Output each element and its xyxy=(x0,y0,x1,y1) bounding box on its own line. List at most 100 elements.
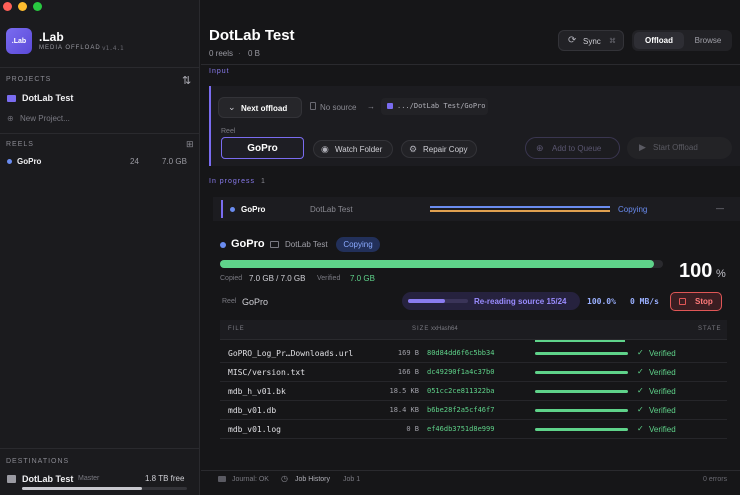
divider xyxy=(0,67,200,68)
stop-button[interactable]: Stop xyxy=(670,292,722,311)
check-circle-icon: ✓ xyxy=(637,367,644,376)
drive-icon xyxy=(270,241,279,248)
collapse-button[interactable]: — xyxy=(716,204,724,213)
reels-count: 0 reels xyxy=(209,49,234,58)
job-row-accent xyxy=(221,200,223,218)
file-hash: dc49290f1a4c37b0 xyxy=(427,368,495,376)
zoom-window-button[interactable] xyxy=(33,2,42,11)
file-hash: ef46db3751d8e999 xyxy=(427,425,495,433)
add-reel-icon[interactable]: ⊞ xyxy=(186,139,194,150)
destination-usage-fill xyxy=(22,487,143,490)
tab-offload[interactable]: Offload xyxy=(634,32,684,49)
minimize-window-button[interactable] xyxy=(18,2,27,11)
add-to-queue-button[interactable]: ⊕ Add to Queue xyxy=(525,137,620,159)
table-row[interactable]: MISC/version.txt 166 B dc49290f1a4c37b0 ✓ Ve… xyxy=(220,363,727,382)
reread-progress-fill xyxy=(408,299,446,303)
sync-button[interactable]: ⟳ Sync ⌘ xyxy=(558,30,624,51)
job-name: GoPro xyxy=(231,238,265,250)
file-name: GoPRO_Log_Pr…Downloads.url xyxy=(228,349,354,358)
reel-field-label: Reel xyxy=(221,128,236,135)
source-label[interactable]: No source xyxy=(320,103,356,112)
status-badge: Copying xyxy=(336,237,380,252)
in-progress-count: 1 xyxy=(261,178,265,185)
sidebar: .Lab .Lab MEDIA OFFLOAD v1.4.1 PROJECTS … xyxy=(0,0,200,495)
job-history-button[interactable]: Job History xyxy=(295,476,330,483)
tab-browse[interactable]: Browse xyxy=(686,32,730,49)
verified-value: 7.0 GB xyxy=(350,274,375,283)
file-hash: 051cc2ce811322ba xyxy=(427,387,495,395)
view-tabs: Offload Browse xyxy=(632,30,732,51)
job-status-dot xyxy=(220,242,226,248)
file-icon xyxy=(310,102,316,110)
destination-usage-bar xyxy=(22,487,187,490)
progress-percent: 100 xyxy=(679,260,713,282)
file-size: 0 B xyxy=(406,425,419,433)
app-version: v1.4.1 xyxy=(102,45,124,52)
reel-item-gopro[interactable]: GoPro xyxy=(17,157,41,166)
percent-sign: % xyxy=(716,268,726,280)
eye-icon: ◉ xyxy=(321,144,329,154)
reel-name-input[interactable]: GoPro xyxy=(221,137,304,159)
check-circle-icon: ✓ xyxy=(637,348,644,357)
table-row[interactable]: mdb_h_v01.bk 18.5 KB 051cc2ce811322ba ✓ Veri… xyxy=(220,382,727,401)
shortcut-icon: ⌘ xyxy=(609,38,616,45)
error-count: 0 errors xyxy=(703,476,728,483)
table-row[interactable]: mdb_v01.db 18.4 KB b6be28f2a5cf46f7 ✓ Verifi… xyxy=(220,401,727,420)
reread-status-chip: Re-reading source 15/24 xyxy=(402,292,580,310)
divider xyxy=(0,448,200,449)
file-size: 18.4 KB xyxy=(389,406,419,414)
repair-copy-label: Repair Copy xyxy=(423,145,468,154)
file-state: Verified xyxy=(649,368,676,377)
column-size: SIZE xyxy=(412,326,430,332)
repair-copy-button[interactable]: ⚙ Repair Copy xyxy=(401,140,477,158)
job-row-project: DotLab Test xyxy=(310,205,353,214)
job-row-status: Copying xyxy=(618,205,648,214)
destination-path-chip[interactable]: .../DotLab Test/GoPro xyxy=(381,98,488,115)
drive-icon xyxy=(7,475,16,483)
overall-progress-bar xyxy=(220,260,663,268)
new-project-button[interactable]: New Project... xyxy=(20,114,70,123)
watch-folder-button[interactable]: ◉ Watch Folder xyxy=(313,140,393,158)
next-offload-dropdown[interactable]: ⌄ Next offload xyxy=(218,97,302,118)
destination-path: .../DotLab Test/GoPro xyxy=(397,102,486,110)
job-status-dot xyxy=(230,207,235,212)
job-row[interactable] xyxy=(213,197,740,221)
column-hash: xxHash64 xyxy=(431,326,458,332)
page-title: DotLab Test xyxy=(209,27,295,44)
app-subtitle: MEDIA OFFLOAD xyxy=(39,45,101,51)
file-state: Verified xyxy=(649,406,676,415)
sort-icon[interactable]: ⇅ xyxy=(182,74,191,87)
row-progress-fill xyxy=(535,340,625,342)
play-icon: ▶ xyxy=(639,142,646,152)
folder-icon xyxy=(7,95,16,102)
verified-label: Verified xyxy=(317,275,341,282)
file-progress-bar xyxy=(535,428,628,431)
copied-label: Copied xyxy=(220,275,243,282)
reel-clip-count: 24 xyxy=(130,157,139,166)
file-size: 18.5 KB xyxy=(389,387,419,395)
in-progress-section-label: In progress xyxy=(209,178,256,185)
destination-name[interactable]: DotLab Test xyxy=(22,474,73,484)
plus-circle-icon: ⊕ xyxy=(536,143,544,153)
check-circle-icon: ✓ xyxy=(637,405,644,414)
table-row[interactable]: GoPRO_Log_Pr…Downloads.url 169 B 80d84dd6f… xyxy=(220,344,727,363)
divider xyxy=(0,133,200,134)
project-item[interactable]: DotLab Test xyxy=(22,93,73,103)
app-name: .Lab xyxy=(39,30,64,44)
divider xyxy=(201,470,740,471)
file-progress-bar xyxy=(535,352,628,355)
separator-dot: · xyxy=(238,49,241,58)
file-hash: b6be28f2a5cf46f7 xyxy=(427,406,495,414)
start-offload-button[interactable]: ▶ Start Offload xyxy=(627,137,732,159)
copied-value: 7.0 GB / 7.0 GB xyxy=(249,274,306,283)
stop-label: Stop xyxy=(695,297,713,306)
reels-section-label: REELS xyxy=(6,141,34,148)
table-row[interactable]: mdb_v01.log 0 B ef46db3751d8e999 ✓ Verified xyxy=(220,420,727,439)
job-count: Job 1 xyxy=(343,476,361,483)
overall-progress-fill xyxy=(220,260,655,268)
close-window-button[interactable] xyxy=(3,2,12,11)
app-logo: .Lab xyxy=(6,28,32,54)
journal-icon xyxy=(218,476,226,482)
destinations-section-label: DESTINATIONS xyxy=(6,458,70,465)
job-project: DotLab Test xyxy=(285,240,328,249)
